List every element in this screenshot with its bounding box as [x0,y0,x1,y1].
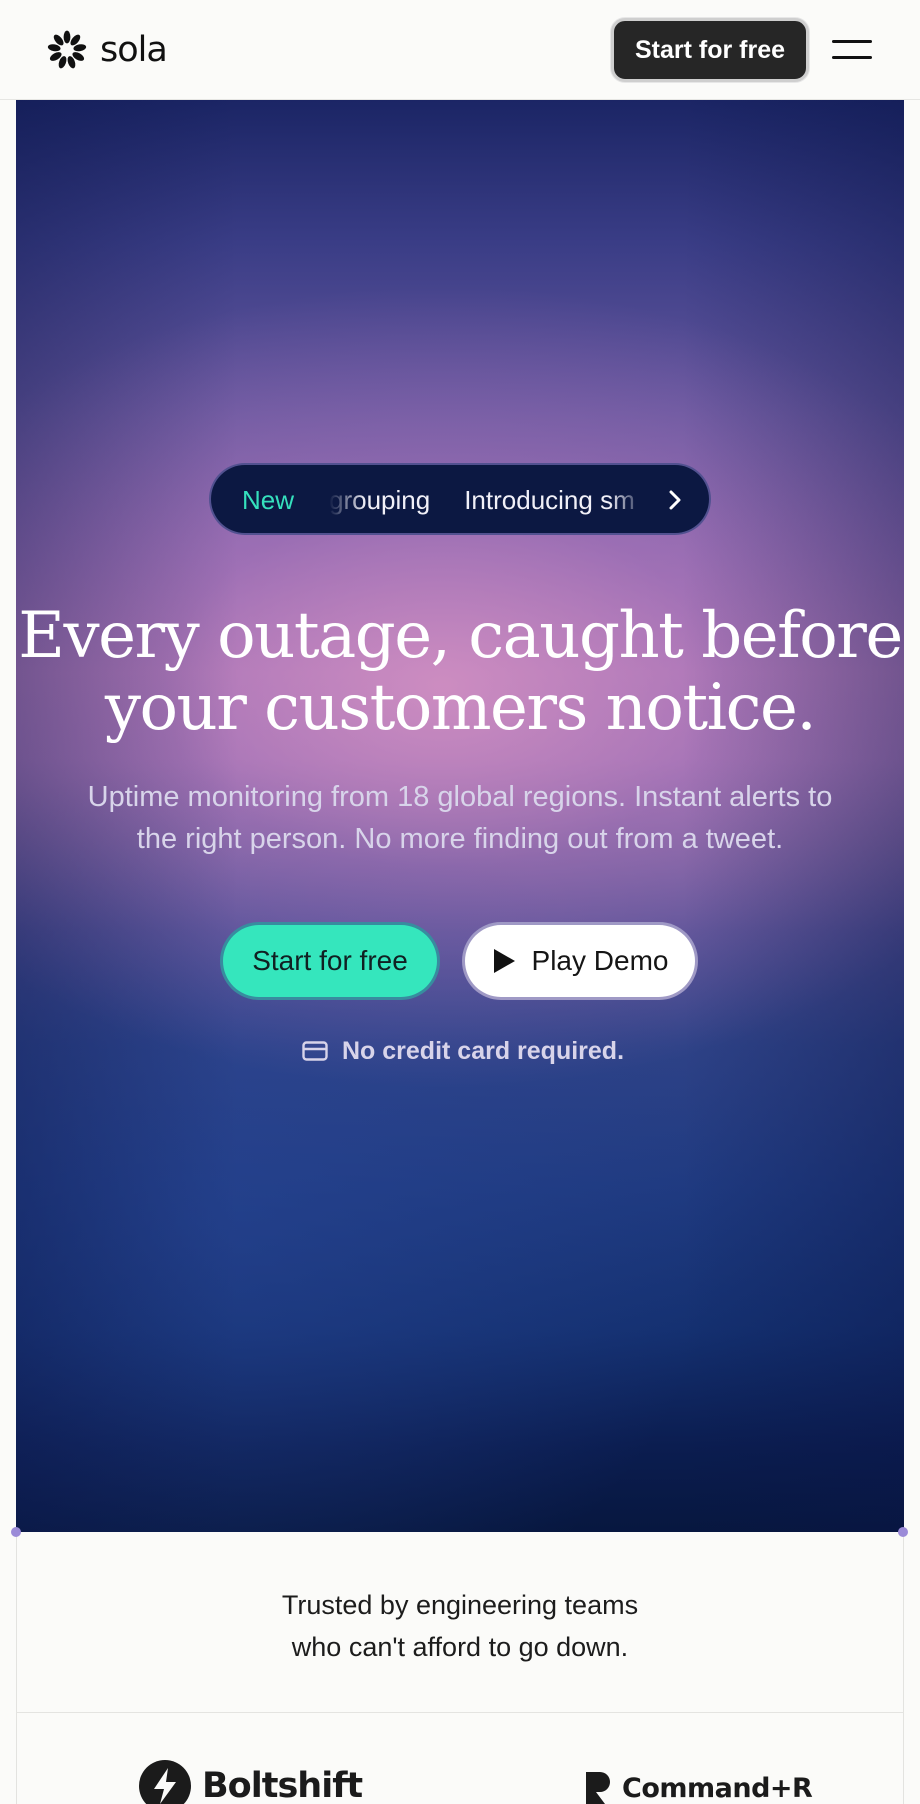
commandr-logo-icon [586,1772,610,1804]
section-divider [16,1712,904,1713]
trusted-line-2: who can't afford to go down. [291,1632,629,1662]
no-credit-card-note: No credit card required. [302,1033,624,1069]
new-badge: New [242,485,295,515]
trusted-line-1: Trusted by engineering teams [281,1590,639,1620]
boltshift-logo: Boltshift [138,1760,363,1804]
announcement-pill[interactable]: New grouping Introducing sm [209,463,711,535]
credit-card-icon [302,1041,328,1061]
brand-logo[interactable]: sola [46,28,168,72]
ticker-item: grouping [329,485,431,515]
commandr-logo: Command+R [582,1768,813,1804]
hero-start-free-button[interactable]: Start for free [220,922,440,1000]
corner-marker [11,1527,21,1537]
no-credit-card-text: No credit card required. [342,1036,625,1065]
play-demo-button[interactable]: Play Demo [462,922,698,1000]
corner-marker [898,1527,908,1537]
hero-subheadline: Uptime monitoring from 18 global regions… [87,781,833,855]
bolt-logo-icon [139,1760,191,1804]
hamburger-icon[interactable] [830,36,874,64]
site-header: sola Start for free [0,0,920,100]
sunburst-logo-icon [47,30,87,69]
boltshift-wordmark: Boltshift [202,1766,363,1804]
brand-name: sola [100,29,168,70]
play-icon [493,949,515,973]
chevron-right-icon [669,490,681,510]
hero-headline: Every outage, caught before your custome… [18,599,903,745]
hero-section: New grouping Introducing sm Every outage… [16,100,904,1532]
trusted-by-section: Trusted by engineering teams who can't a… [16,1584,904,1668]
commandr-wordmark: Command+R [622,1772,813,1804]
play-demo-label: Play Demo [531,945,669,976]
header-start-free-button[interactable]: Start for free [611,18,809,82]
ticker-item: Introducing sm [464,485,635,515]
announcement-ticker: grouping Introducing sm [329,483,645,519]
